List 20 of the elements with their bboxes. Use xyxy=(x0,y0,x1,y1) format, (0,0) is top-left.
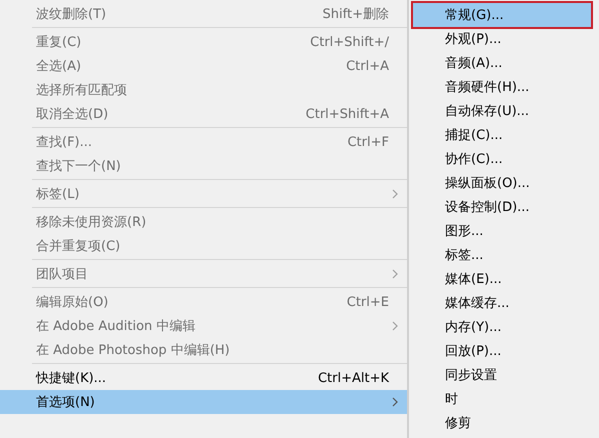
menu-item[interactable]: 操纵面板(O)... xyxy=(413,171,591,195)
menu-item[interactable]: 音频(A)... xyxy=(413,51,591,75)
menu-item[interactable]: 快捷键(K)... Ctrl+Alt+K xyxy=(0,366,407,390)
menu-item[interactable]: 捕捉(C)... xyxy=(413,123,591,147)
menu-item[interactable]: 回放(P)... xyxy=(413,339,591,363)
menu-item[interactable]: 协作(C)... xyxy=(413,147,591,171)
menu-item[interactable]: 设备控制(D)... xyxy=(413,195,591,219)
menu-item[interactable]: 同步设置 xyxy=(413,363,591,387)
menu-item[interactable]: 图形... xyxy=(413,219,591,243)
menu-item[interactable]: 内存(Y)... xyxy=(413,315,591,339)
menu-item[interactable]: 媒体缓存... xyxy=(413,291,591,315)
menu-item[interactable]: 常规(G)... xyxy=(413,3,591,27)
menu-item[interactable]: 时 xyxy=(413,387,591,411)
menu-item[interactable]: 音频硬件(H)... xyxy=(413,75,591,99)
menu-item[interactable]: 自动保存(U)... xyxy=(413,99,591,123)
menu-item[interactable]: 外观(P)... xyxy=(413,27,591,51)
menu-item[interactable]: 首选项(N) xyxy=(0,390,407,414)
menu-item[interactable]: 修剪 xyxy=(413,411,591,435)
menu-item[interactable]: 媒体(E)... xyxy=(413,267,591,291)
menu-item[interactable]: 标签... xyxy=(413,243,591,267)
